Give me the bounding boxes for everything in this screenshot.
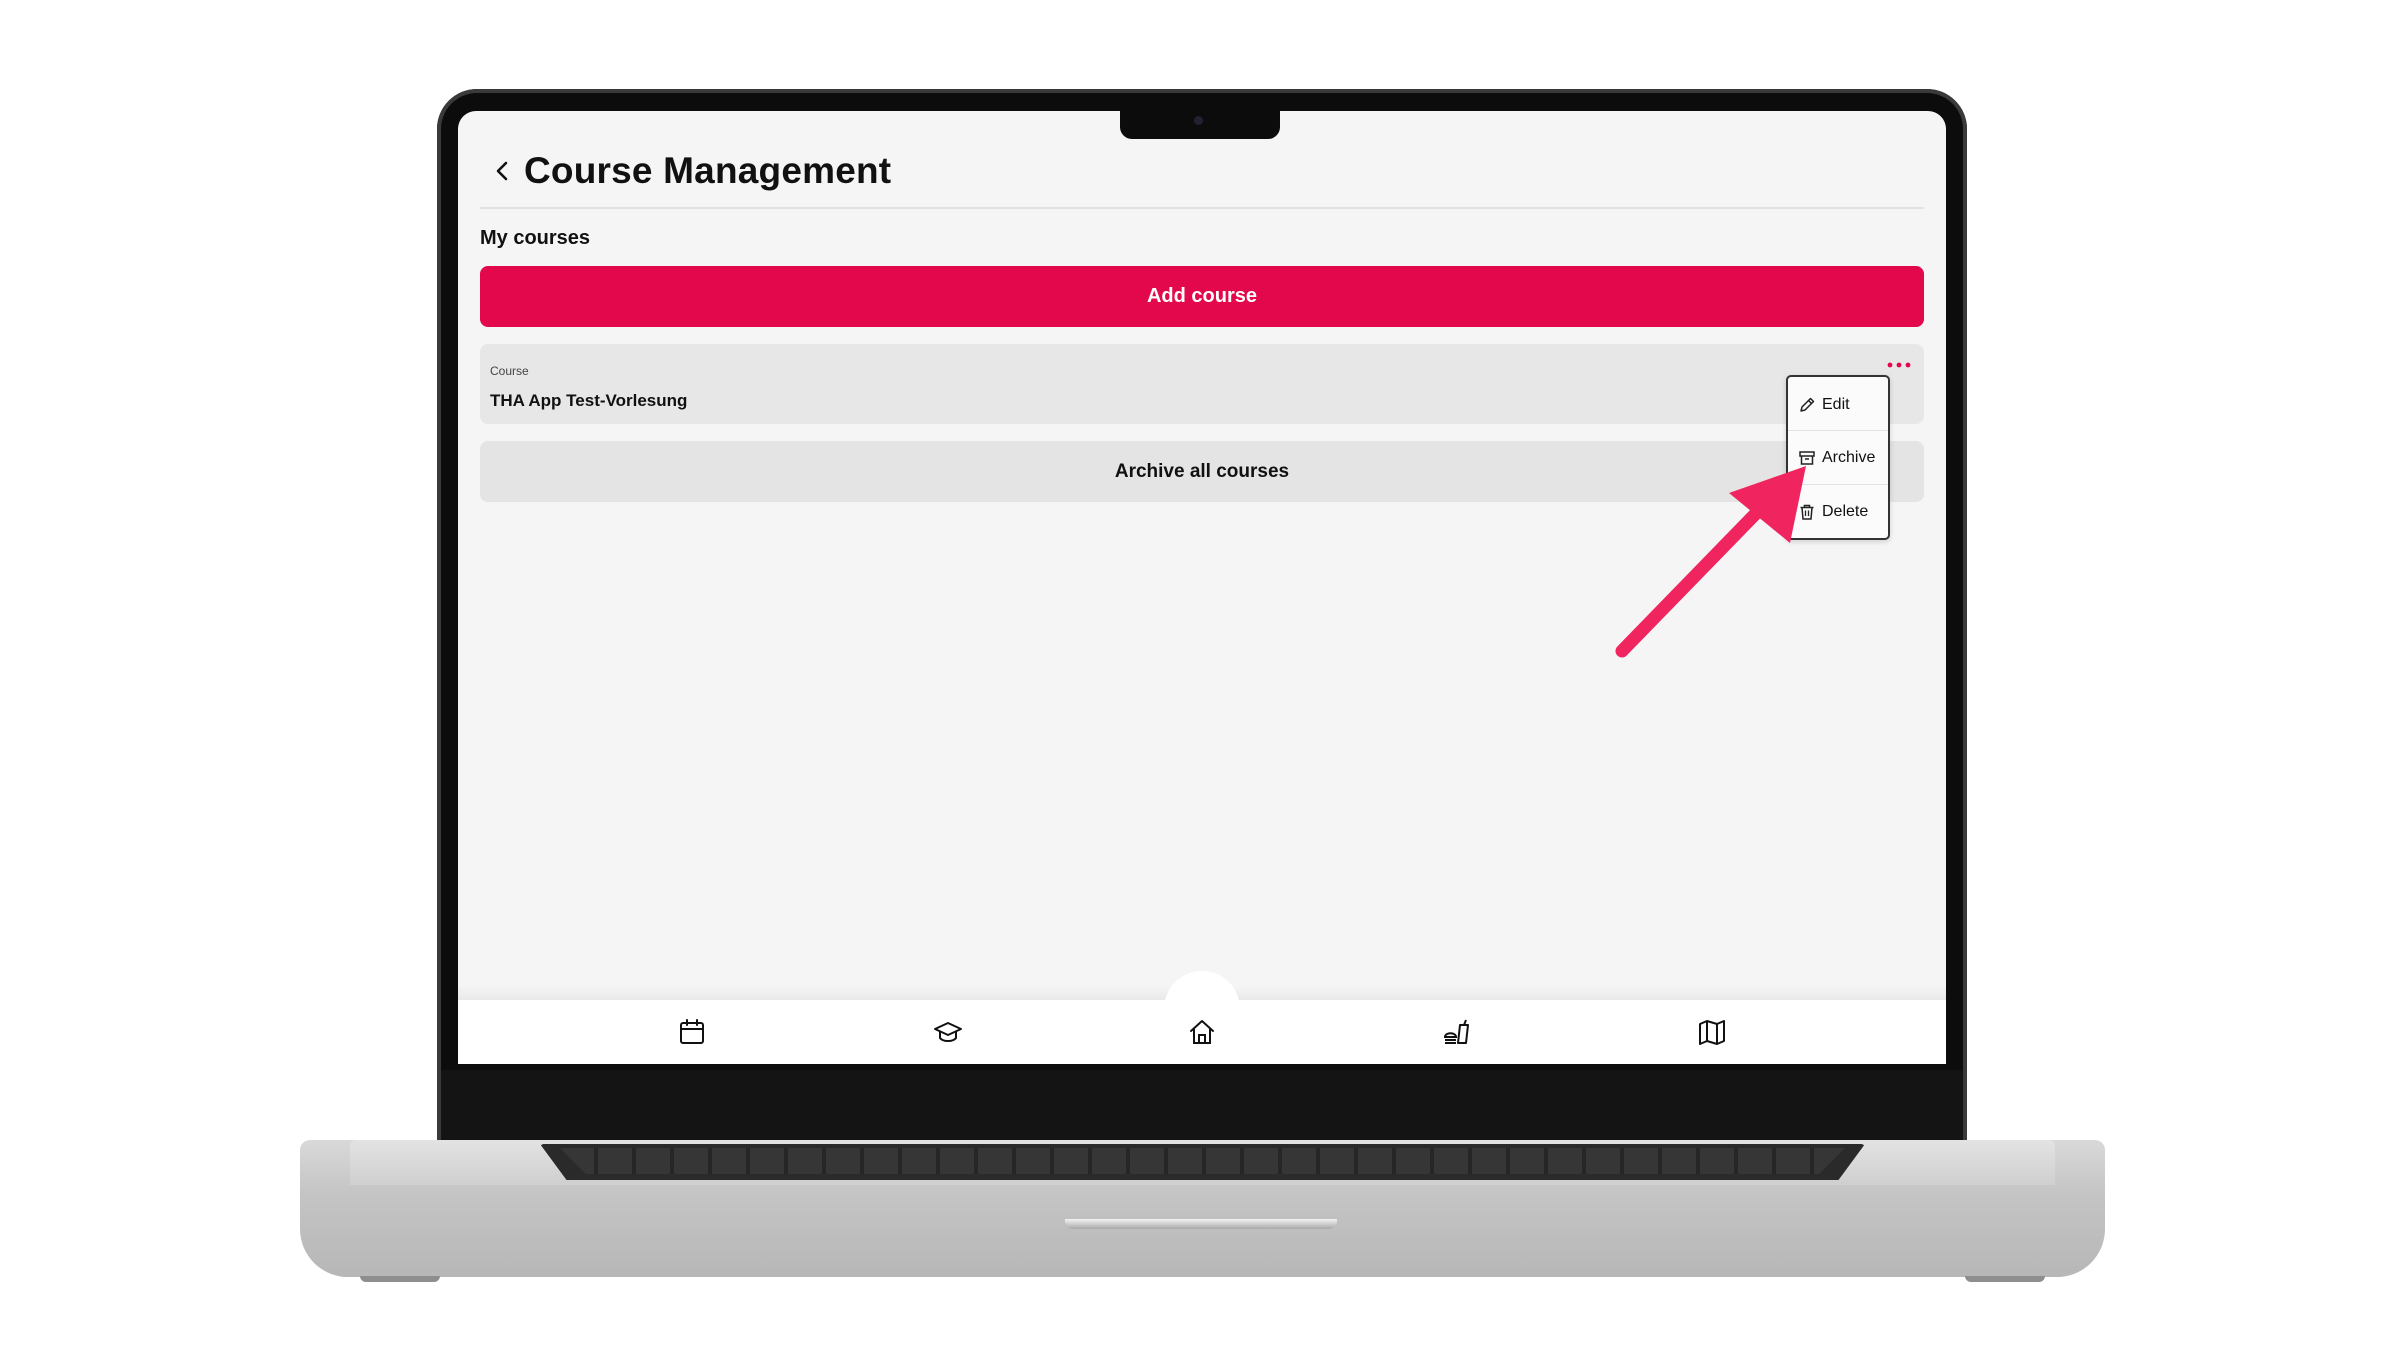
- header-divider: [480, 207, 1924, 209]
- nav-home[interactable]: [1184, 1014, 1220, 1050]
- menu-item-edit[interactable]: Edit: [1788, 379, 1888, 431]
- calendar-icon: [680, 1019, 704, 1044]
- pencil-icon: [1800, 397, 1815, 412]
- keyboard-keys: [560, 1148, 1845, 1174]
- menu-item-label: Delete: [1822, 503, 1869, 520]
- more-dots-icon: [1887, 362, 1911, 368]
- menu-item-label: Edit: [1822, 396, 1850, 413]
- bottom-navigation: [458, 1000, 1946, 1064]
- section-title: My courses: [480, 227, 591, 249]
- menu-item-archive[interactable]: Archive: [1788, 432, 1888, 484]
- nav-calendar[interactable]: [674, 1014, 710, 1050]
- home-icon: [1190, 1020, 1214, 1044]
- lid-notch: [1065, 1219, 1337, 1229]
- course-card[interactable]: Course THA App Test-Vorlesung: [480, 344, 1924, 424]
- app-screen: Course Management My courses Add course …: [458, 111, 1946, 1064]
- nav-cafeteria[interactable]: [1439, 1014, 1475, 1050]
- menu-divider: [1788, 484, 1888, 485]
- graduation-cap-icon: [934, 1022, 962, 1042]
- nav-courses[interactable]: [930, 1014, 966, 1050]
- menu-item-label: Archive: [1822, 449, 1876, 466]
- map-icon: [1699, 1020, 1725, 1045]
- laptop-foot-right: [1965, 1276, 2045, 1282]
- laptop-chin: [441, 1070, 1963, 1142]
- trash-icon: [1800, 504, 1814, 520]
- camera-notch: [1120, 111, 1280, 139]
- page-header: Course Management: [488, 141, 891, 201]
- more-options-button[interactable]: [1886, 358, 1912, 370]
- back-button[interactable]: [488, 157, 516, 185]
- menu-item-delete[interactable]: Delete: [1788, 486, 1888, 538]
- course-context-menu: Edit Archive Delete: [1786, 375, 1890, 540]
- course-name: THA App Test-Vorlesung: [490, 391, 688, 410]
- chevron-left-icon: [496, 161, 508, 181]
- menu-divider: [1788, 430, 1888, 431]
- course-caption: Course: [490, 364, 529, 378]
- cafeteria-icon: [1443, 1019, 1469, 1044]
- nav-map[interactable]: [1694, 1014, 1730, 1050]
- page-title: Course Management: [524, 150, 892, 191]
- camera-icon: [1194, 116, 1203, 125]
- laptop-foot-left: [360, 1276, 440, 1282]
- archive-box-icon: [1799, 451, 1815, 465]
- archive-all-courses-button[interactable]: Archive all courses: [480, 441, 1924, 502]
- add-course-button[interactable]: Add course: [480, 266, 1924, 327]
